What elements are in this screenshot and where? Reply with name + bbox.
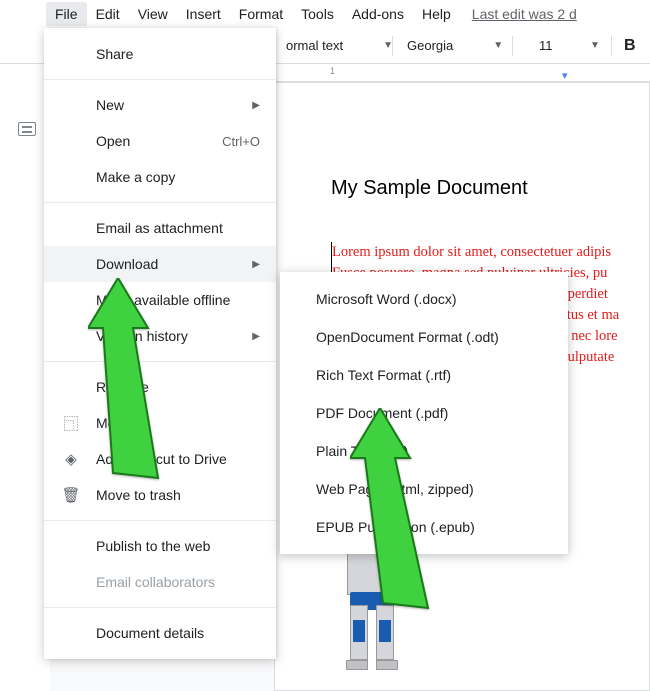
outline-icon[interactable] bbox=[18, 122, 36, 136]
download-epub[interactable]: EPUB Publication (.epub) bbox=[280, 508, 568, 546]
menu-add-shortcut-drive[interactable]: ◈Add shortcut to Drive bbox=[44, 441, 276, 477]
divider bbox=[44, 520, 276, 521]
trash-icon: 🗑 bbox=[62, 486, 80, 504]
font-label: Georgia bbox=[407, 38, 453, 53]
separator bbox=[611, 36, 612, 56]
chevron-down-icon: ▼ bbox=[590, 40, 600, 51]
menu-rename[interactable]: Rename bbox=[44, 369, 276, 405]
download-odt[interactable]: OpenDocument Format (.odt) bbox=[280, 318, 568, 356]
folder-move-icon: ⿹ bbox=[62, 414, 80, 432]
menu-help[interactable]: Help bbox=[413, 2, 460, 26]
download-txt[interactable]: Plain Text (.txt) bbox=[280, 432, 568, 470]
indent-marker-icon[interactable]: ▾ bbox=[562, 69, 568, 82]
chevron-right-icon: ▶ bbox=[252, 259, 260, 270]
menu-move-to-trash[interactable]: 🗑Move to trash bbox=[44, 477, 276, 513]
menu-document-details[interactable]: Document details bbox=[44, 615, 276, 651]
divider bbox=[44, 607, 276, 608]
menu-addons[interactable]: Add-ons bbox=[343, 2, 413, 26]
chevron-right-icon: ▶ bbox=[252, 100, 260, 111]
download-docx[interactable]: Microsoft Word (.docx) bbox=[280, 280, 568, 318]
menu-email-collaborators: Email collaborators bbox=[44, 564, 276, 600]
chevron-down-icon: ▼ bbox=[493, 40, 503, 51]
document-title[interactable]: My Sample Document bbox=[331, 177, 649, 200]
robot-image bbox=[302, 550, 442, 690]
ruler[interactable]: ▾ 1 bbox=[276, 64, 650, 82]
divider bbox=[44, 79, 276, 80]
menu-format[interactable]: Format bbox=[230, 2, 292, 26]
menu-download[interactable]: Download▶ bbox=[44, 246, 276, 282]
download-html[interactable]: Web Page (.html, zipped) bbox=[280, 470, 568, 508]
menu-open[interactable]: OpenCtrl+O bbox=[44, 123, 276, 159]
menu-edit[interactable]: Edit bbox=[87, 2, 129, 26]
divider bbox=[44, 361, 276, 362]
menubar: File Edit View Insert Format Tools Add-o… bbox=[0, 0, 650, 28]
file-menu-dropdown: Share New▶ OpenCtrl+O Make a copy Email … bbox=[44, 28, 276, 659]
ruler-tick: 1 bbox=[330, 66, 335, 76]
paragraph-style-select[interactable]: ormal text ▼ bbox=[276, 34, 403, 57]
font-size-label: 11 bbox=[539, 38, 553, 53]
shortcut-label: Ctrl+O bbox=[222, 134, 260, 149]
menu-available-offline[interactable]: Make available offline bbox=[44, 282, 276, 318]
menu-view[interactable]: View bbox=[129, 2, 177, 26]
divider bbox=[44, 202, 276, 203]
separator bbox=[512, 36, 513, 56]
separator bbox=[392, 36, 393, 56]
menu-insert[interactable]: Insert bbox=[177, 2, 230, 26]
download-rtf[interactable]: Rich Text Format (.rtf) bbox=[280, 356, 568, 394]
menu-version-history[interactable]: Version history▶ bbox=[44, 318, 276, 354]
menu-tools[interactable]: Tools bbox=[292, 2, 343, 26]
chevron-right-icon: ▶ bbox=[252, 331, 260, 342]
font-size-select[interactable]: 11 bbox=[533, 34, 559, 57]
menu-publish-web[interactable]: Publish to the web bbox=[44, 528, 276, 564]
download-submenu: Microsoft Word (.docx) OpenDocument Form… bbox=[280, 272, 568, 554]
menu-email-attachment[interactable]: Email as attachment bbox=[44, 210, 276, 246]
last-edit-link[interactable]: Last edit was 2 d bbox=[472, 6, 577, 22]
bold-button[interactable]: B bbox=[618, 33, 642, 59]
menu-new[interactable]: New▶ bbox=[44, 87, 276, 123]
download-pdf[interactable]: PDF Document (.pdf) bbox=[280, 394, 568, 432]
menu-make-copy[interactable]: Make a copy bbox=[44, 159, 276, 195]
menu-move[interactable]: ⿹Move bbox=[44, 405, 276, 441]
font-select[interactable]: Georgia ▼ bbox=[397, 34, 513, 57]
paragraph-style-label: ormal text bbox=[286, 38, 343, 53]
drive-icon: ◈ bbox=[62, 450, 80, 468]
menu-file[interactable]: File bbox=[46, 2, 87, 26]
menu-share[interactable]: Share bbox=[44, 36, 276, 72]
